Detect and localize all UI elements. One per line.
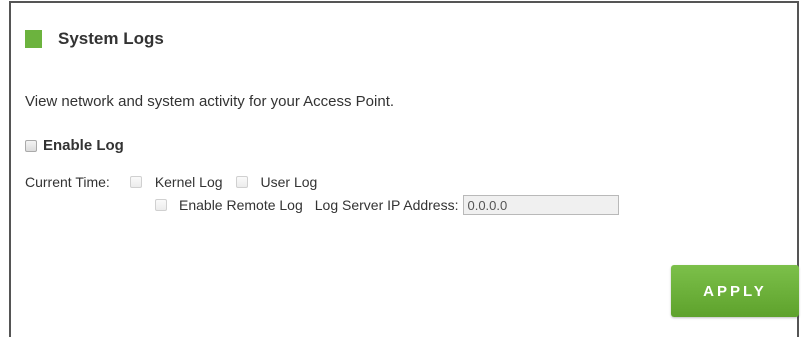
current-time-row: Current Time: Kernel Log User Log [25,174,317,190]
user-log-label: User Log [260,174,318,190]
current-time-label: Current Time: [25,174,110,190]
enable-log-row: Enable Log [25,137,124,154]
enable-remote-log-label: Enable Remote Log [179,197,303,213]
log-server-ip-label: Log Server IP Address: [314,197,459,213]
kernel-log-checkbox[interactable] [129,176,142,188]
section-accent-block [25,30,42,48]
kernel-log-label: Kernel Log [154,174,223,190]
section-description: View network and system activity for you… [25,93,395,110]
section-header: System Logs [25,28,164,50]
enable-remote-log-checkbox[interactable] [155,199,167,211]
enable-log-label: Enable Log [43,137,124,154]
user-log-checkbox[interactable] [235,176,248,188]
enable-log-checkbox[interactable] [25,139,37,152]
section-title: System Logs [58,29,164,48]
remote-log-row: Enable Remote Log Log Server IP Address: [155,195,620,215]
apply-button[interactable]: APPLY [671,265,799,317]
log-server-ip-input[interactable] [463,195,620,215]
